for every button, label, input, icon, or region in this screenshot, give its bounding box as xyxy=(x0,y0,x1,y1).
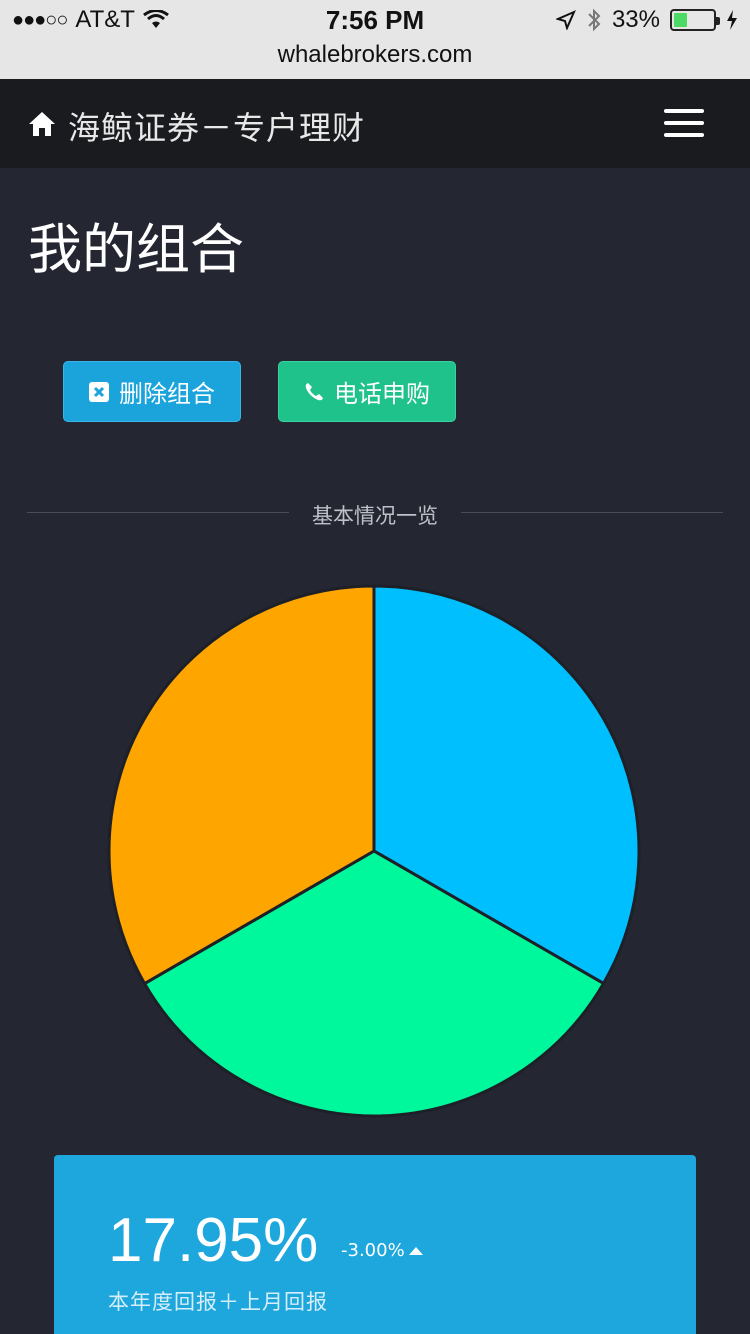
status-bar: ●●●○○ AT&T 7:56 PM 33% xyxy=(0,0,750,40)
annual-return-value: 17.95% xyxy=(108,1206,319,1275)
site-title[interactable]: 海鲸证券－专户理财 xyxy=(68,103,365,149)
battery-tip xyxy=(716,17,720,25)
delete-portfolio-button[interactable]: 删除组合 xyxy=(63,361,241,422)
return-label: 本年度回报＋上月回报 xyxy=(108,1290,328,1314)
phone-icon xyxy=(305,382,323,400)
return-card: 17.95% -3.00% 本年度回报＋上月回报 xyxy=(54,1155,696,1334)
close-square-icon xyxy=(89,381,109,402)
battery-level xyxy=(674,13,687,27)
phone-purchase-button[interactable]: 电话申购 xyxy=(278,361,456,422)
menu-bar-middle xyxy=(664,121,704,125)
delete-portfolio-label: 删除组合 xyxy=(119,380,215,408)
charging-icon xyxy=(727,10,737,30)
hamburger-icon[interactable] xyxy=(664,109,704,137)
bluetooth-icon xyxy=(588,8,601,32)
menu-bar-top xyxy=(664,109,704,113)
return-change-value: -3.00% xyxy=(341,1240,405,1261)
section-divider-right xyxy=(461,512,723,513)
battery-icon xyxy=(670,9,720,31)
browser-url-bar[interactable]: whalebrokers.com xyxy=(0,40,750,79)
section-label: 基本情况一览 xyxy=(312,504,438,528)
location-icon xyxy=(555,10,576,30)
status-right: 33% xyxy=(555,6,738,34)
menu-bar-bottom xyxy=(664,133,704,137)
phone-purchase-label: 电话申购 xyxy=(334,380,430,408)
return-change: -3.00% xyxy=(341,1240,423,1261)
site-navbar: 海鲸证券－专户理财 xyxy=(0,79,750,168)
portfolio-pie-chart xyxy=(107,584,641,1118)
battery-percent: 33% xyxy=(611,6,660,33)
page-title: 我的组合 xyxy=(28,218,244,281)
caret-up-icon xyxy=(408,1246,423,1255)
home-icon[interactable] xyxy=(28,110,56,138)
